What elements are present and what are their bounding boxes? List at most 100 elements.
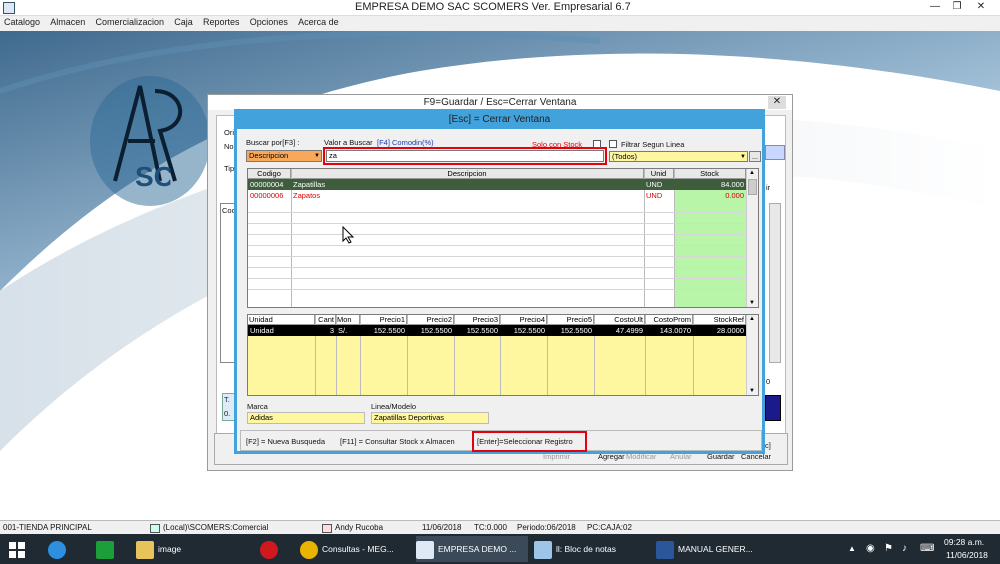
mouse-cursor-icon: [342, 226, 354, 244]
status-fecha: 11/06/2018: [422, 523, 462, 532]
ie-icon[interactable]: [48, 536, 70, 562]
outer-close-icon[interactable]: ✕: [768, 96, 786, 109]
chevron-up-icon[interactable]: ▲: [749, 170, 755, 176]
valor-hint: [F4] Comodin(%): [377, 138, 434, 147]
buscar-por-select[interactable]: Descripcion ▼: [246, 150, 322, 162]
menu-bar: Catalogo Almacen Comercializacion Caja R…: [0, 16, 1000, 31]
col-precio3[interactable]: Precio3: [454, 315, 500, 325]
col-costoprom[interactable]: CostoProm: [645, 315, 693, 325]
outer-scrollbar[interactable]: [769, 203, 781, 363]
products-scrollbar[interactable]: ▲ ▼: [746, 169, 758, 307]
menu-almacen[interactable]: Almacen: [46, 16, 89, 28]
outer-right-panel: [765, 145, 785, 160]
col-unidad[interactable]: Unidad: [248, 315, 315, 325]
grid-line: [248, 245, 746, 246]
volume-icon[interactable]: ♪: [902, 536, 907, 562]
outer-total-dark: [765, 395, 781, 421]
chevron-down-icon[interactable]: ▼: [740, 152, 746, 161]
network-icon[interactable]: ◉: [866, 536, 875, 562]
linea-modelo-field[interactable]: Zapatillas Deportivas: [371, 412, 489, 424]
menu-opciones[interactable]: Opciones: [246, 16, 292, 28]
store-icon[interactable]: [96, 536, 118, 562]
grid-line: [248, 267, 746, 268]
menu-catalogo[interactable]: Catalogo: [0, 16, 44, 28]
col-precio4[interactable]: Precio4: [500, 315, 547, 325]
status-bar: 001-TIENDA PRINCIPAL (Local)\SCOMERS:Com…: [0, 520, 1000, 534]
col-precio2[interactable]: Precio2: [407, 315, 454, 325]
col-codigo[interactable]: Codigo: [248, 169, 291, 179]
filtrar-checkbox[interactable]: [609, 140, 617, 148]
col-costoult[interactable]: CostoUlt: [594, 315, 645, 325]
solo-stock-checkbox[interactable]: [593, 140, 601, 148]
menu-comercializacion[interactable]: Comercializacion: [92, 16, 169, 28]
unidad-cell: Unidad: [250, 326, 274, 335]
restore-icon[interactable]: ❐: [946, 1, 968, 14]
table-row[interactable]: Unidad 3 S/. 152.5500 152.5500 152.5500 …: [248, 325, 746, 336]
prices-grid[interactable]: Unidad Cant Mon Precio1 Precio2 Precio3 …: [247, 314, 759, 396]
menu-reportes[interactable]: Reportes: [199, 16, 244, 28]
taskbar-item-chrome[interactable]: Consultas - MEG...: [300, 536, 410, 562]
outer-label-6: 0.: [224, 409, 231, 418]
unid-cell: UND: [646, 180, 663, 189]
col-stock[interactable]: Stock: [674, 169, 746, 179]
col-stockref[interactable]: StockRef: [693, 315, 746, 325]
col-unid[interactable]: Unid: [644, 169, 674, 179]
user-icon: [322, 524, 332, 533]
codigo-cell: 00000006: [250, 191, 284, 200]
taskbar-item-image[interactable]: image: [136, 536, 236, 562]
menu-caja[interactable]: Caja: [170, 16, 197, 28]
col-precio5[interactable]: Precio5: [547, 315, 594, 325]
prices-scrollbar[interactable]: ▲ ▼: [746, 315, 758, 395]
taskbar-item-word[interactable]: MANUAL GENER...: [656, 536, 768, 562]
status-tienda: 001-TIENDA PRINCIPAL: [3, 523, 92, 532]
col-cant[interactable]: Cant: [315, 315, 336, 325]
browse-button[interactable]: ...: [749, 151, 761, 162]
prices-header: Unidad Cant Mon Precio1 Precio2 Precio3 …: [248, 315, 746, 325]
clock-date[interactable]: 11/06/2018: [946, 550, 988, 560]
scomers-icon: [416, 540, 434, 559]
col-mon[interactable]: Mon: [336, 315, 360, 325]
marca-field[interactable]: Adidas: [247, 412, 365, 424]
close-icon[interactable]: ✕: [970, 1, 992, 14]
outer-right-label-1: ir: [766, 183, 771, 192]
scroll-thumb[interactable]: [748, 179, 757, 195]
tray-up-icon[interactable]: ▲: [848, 536, 856, 562]
linea-filter-select[interactable]: (Todos) ▼: [609, 151, 748, 162]
buscar-por-label: Buscar por[F3] :: [246, 138, 300, 147]
minimize-icon[interactable]: —: [924, 1, 946, 14]
taskbar-item-scomers[interactable]: EMPRESA DEMO ...: [416, 536, 528, 562]
outer-label-3: Tip: [224, 164, 235, 173]
products-grid[interactable]: Codigo Descripcion Unid Stock 00000004 Z…: [247, 168, 759, 308]
stockref-cell: 28.0000: [716, 326, 744, 335]
grid-line: [248, 223, 746, 224]
col-descripcion[interactable]: Descripcion: [291, 169, 644, 179]
precio4-cell: 152.5500: [513, 326, 545, 335]
chevron-down-icon[interactable]: ▼: [314, 151, 320, 161]
chevron-down-icon[interactable]: ▼: [749, 388, 755, 394]
taskbar: image Consultas - MEG... EMPRESA DEMO ..…: [0, 534, 1000, 564]
col-precio1[interactable]: Precio1: [360, 315, 407, 325]
precio5-cell: 152.5500: [560, 326, 592, 335]
flag-icon[interactable]: ⚑: [884, 536, 893, 562]
chrome-icon: [300, 540, 318, 559]
table-row[interactable]: 00000004 Zapatillas UND 84.000: [248, 179, 746, 190]
taskbar-item-notepad[interactable]: ll: Bloc de notas: [534, 536, 646, 562]
solo-stock-label: Solo con Stock: [532, 140, 583, 149]
opera-icon[interactable]: [260, 536, 282, 562]
keyboard-icon[interactable]: ⌨: [920, 536, 934, 562]
unit-column-bg: [248, 336, 360, 395]
descripcion-cell: Zapatillas: [293, 180, 326, 189]
price-columns-bg: [360, 336, 746, 395]
status-tc: TC:0.000: [474, 523, 507, 532]
linea-modelo-label: Linea/Modelo: [371, 402, 417, 411]
clock-time[interactable]: 09:28 a.m.: [944, 537, 984, 547]
chevron-up-icon[interactable]: ▲: [749, 316, 755, 322]
app-icon[interactable]: [3, 2, 15, 14]
search-highlight-box: [323, 147, 607, 165]
stock-cell: 0.000: [725, 191, 744, 200]
table-row[interactable]: 00000006 Zapatos UND 0.000: [248, 190, 746, 201]
windows-start-icon[interactable]: [8, 536, 30, 562]
chevron-down-icon[interactable]: ▼: [749, 300, 755, 306]
title-bar: EMPRESA DEMO SAC SCOMERS Ver. Empresaria…: [0, 0, 1000, 16]
menu-acerca[interactable]: Acerca de: [294, 16, 343, 28]
